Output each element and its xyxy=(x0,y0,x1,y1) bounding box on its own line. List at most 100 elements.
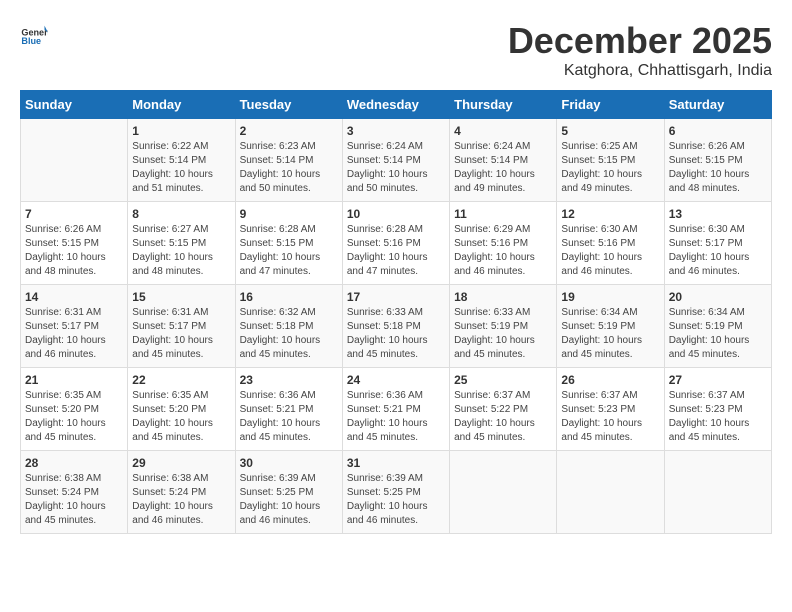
day-cell: 20 Sunrise: 6:34 AM Sunset: 5:19 PM Dayli… xyxy=(664,285,771,368)
day-info: Sunrise: 6:29 AM Sunset: 5:16 PM Dayligh… xyxy=(454,223,552,279)
week-row-4: 28 Sunrise: 6:38 AM Sunset: 5:24 PM Dayli… xyxy=(21,451,772,534)
day-number: 1 xyxy=(132,124,230,138)
header-cell-sunday: Sunday xyxy=(21,91,128,119)
week-row-1: 7Sunrise: 6:26 AM Sunset: 5:15 PM Daylig… xyxy=(21,202,772,285)
calendar-body: 1 Sunrise: 6:22 AM Sunset: 5:14 PM Daylig… xyxy=(21,119,772,534)
day-cell: 12 Sunrise: 6:30 AM Sunset: 5:16 PM Dayli… xyxy=(557,202,664,285)
day-info: Sunrise: 6:33 AM Sunset: 5:19 PM Dayligh… xyxy=(454,306,552,362)
day-number: 24 xyxy=(347,373,445,387)
day-cell: 11 Sunrise: 6:29 AM Sunset: 5:16 PM Dayli… xyxy=(450,202,557,285)
header-cell-wednesday: Wednesday xyxy=(342,91,449,119)
day-number: 3 xyxy=(347,124,445,138)
day-info: Sunrise: 6:35 AM Sunset: 5:20 PM Dayligh… xyxy=(25,389,123,445)
week-row-0: 1 Sunrise: 6:22 AM Sunset: 5:14 PM Daylig… xyxy=(21,119,772,202)
week-row-3: 21 Sunrise: 6:35 AM Sunset: 5:20 PM Dayli… xyxy=(21,368,772,451)
header-row: SundayMondayTuesdayWednesdayThursdayFrid… xyxy=(21,91,772,119)
day-info: Sunrise: 6:37 AM Sunset: 5:23 PM Dayligh… xyxy=(669,389,767,445)
day-number: 4 xyxy=(454,124,552,138)
header-cell-thursday: Thursday xyxy=(450,91,557,119)
day-number: 23 xyxy=(240,373,338,387)
day-info: Sunrise: 6:39 AM Sunset: 5:25 PM Dayligh… xyxy=(240,472,338,528)
day-number: 5 xyxy=(561,124,659,138)
day-info: Sunrise: 6:31 AM Sunset: 5:17 PM Dayligh… xyxy=(25,306,123,362)
logo-icon: General Blue xyxy=(20,20,48,48)
day-info: Sunrise: 6:34 AM Sunset: 5:19 PM Dayligh… xyxy=(561,306,659,362)
logo: General Blue xyxy=(20,20,48,48)
day-number: 11 xyxy=(454,207,552,221)
day-info: Sunrise: 6:24 AM Sunset: 5:14 PM Dayligh… xyxy=(454,140,552,196)
day-info: Sunrise: 6:36 AM Sunset: 5:21 PM Dayligh… xyxy=(347,389,445,445)
day-cell: 27Sunrise: 6:37 AM Sunset: 5:23 PM Dayli… xyxy=(664,368,771,451)
day-cell: 28 Sunrise: 6:38 AM Sunset: 5:24 PM Dayli… xyxy=(21,451,128,534)
day-cell: 22Sunrise: 6:35 AM Sunset: 5:20 PM Dayli… xyxy=(128,368,235,451)
day-info: Sunrise: 6:37 AM Sunset: 5:23 PM Dayligh… xyxy=(561,389,659,445)
day-info: Sunrise: 6:32 AM Sunset: 5:18 PM Dayligh… xyxy=(240,306,338,362)
day-cell: 4 Sunrise: 6:24 AM Sunset: 5:14 PM Daylig… xyxy=(450,119,557,202)
day-info: Sunrise: 6:27 AM Sunset: 5:15 PM Dayligh… xyxy=(132,223,230,279)
day-cell: 21 Sunrise: 6:35 AM Sunset: 5:20 PM Dayli… xyxy=(21,368,128,451)
day-number: 20 xyxy=(669,290,767,304)
header-cell-monday: Monday xyxy=(128,91,235,119)
day-cell: 14 Sunrise: 6:31 AM Sunset: 5:17 PM Dayli… xyxy=(21,285,128,368)
day-info: Sunrise: 6:31 AM Sunset: 5:17 PM Dayligh… xyxy=(132,306,230,362)
day-number: 25 xyxy=(454,373,552,387)
day-info: Sunrise: 6:38 AM Sunset: 5:24 PM Dayligh… xyxy=(132,472,230,528)
day-number: 10 xyxy=(347,207,445,221)
calendar-header: SundayMondayTuesdayWednesdayThursdayFrid… xyxy=(21,91,772,119)
day-cell xyxy=(557,451,664,534)
day-cell: 15 Sunrise: 6:31 AM Sunset: 5:17 PM Dayli… xyxy=(128,285,235,368)
day-cell: 25Sunrise: 6:37 AM Sunset: 5:22 PM Dayli… xyxy=(450,368,557,451)
day-info: Sunrise: 6:25 AM Sunset: 5:15 PM Dayligh… xyxy=(561,140,659,196)
calendar-table: SundayMondayTuesdayWednesdayThursdayFrid… xyxy=(20,90,772,534)
day-cell xyxy=(664,451,771,534)
day-info: Sunrise: 6:22 AM Sunset: 5:14 PM Dayligh… xyxy=(132,140,230,196)
day-info: Sunrise: 6:28 AM Sunset: 5:16 PM Dayligh… xyxy=(347,223,445,279)
location-title: Katghora, Chhattisgarh, India xyxy=(508,62,772,80)
day-number: 31 xyxy=(347,456,445,470)
day-info: Sunrise: 6:33 AM Sunset: 5:18 PM Dayligh… xyxy=(347,306,445,362)
day-cell: 13 Sunrise: 6:30 AM Sunset: 5:17 PM Dayli… xyxy=(664,202,771,285)
day-cell: 1 Sunrise: 6:22 AM Sunset: 5:14 PM Daylig… xyxy=(128,119,235,202)
day-number: 19 xyxy=(561,290,659,304)
day-info: Sunrise: 6:28 AM Sunset: 5:15 PM Dayligh… xyxy=(240,223,338,279)
day-cell: 19 Sunrise: 6:34 AM Sunset: 5:19 PM Dayli… xyxy=(557,285,664,368)
day-number: 13 xyxy=(669,207,767,221)
day-number: 15 xyxy=(132,290,230,304)
day-cell: 23 Sunrise: 6:36 AM Sunset: 5:21 PM Dayli… xyxy=(235,368,342,451)
day-cell: 5 Sunrise: 6:25 AM Sunset: 5:15 PM Daylig… xyxy=(557,119,664,202)
day-info: Sunrise: 6:30 AM Sunset: 5:17 PM Dayligh… xyxy=(669,223,767,279)
day-cell: 6Sunrise: 6:26 AM Sunset: 5:15 PM Daylig… xyxy=(664,119,771,202)
day-cell: 7Sunrise: 6:26 AM Sunset: 5:15 PM Daylig… xyxy=(21,202,128,285)
day-number: 16 xyxy=(240,290,338,304)
header-cell-saturday: Saturday xyxy=(664,91,771,119)
day-number: 29 xyxy=(132,456,230,470)
day-number: 18 xyxy=(454,290,552,304)
day-cell: 18 Sunrise: 6:33 AM Sunset: 5:19 PM Dayli… xyxy=(450,285,557,368)
day-number: 21 xyxy=(25,373,123,387)
day-info: Sunrise: 6:39 AM Sunset: 5:25 PM Dayligh… xyxy=(347,472,445,528)
day-info: Sunrise: 6:23 AM Sunset: 5:14 PM Dayligh… xyxy=(240,140,338,196)
day-info: Sunrise: 6:38 AM Sunset: 5:24 PM Dayligh… xyxy=(25,472,123,528)
day-number: 8 xyxy=(132,207,230,221)
day-cell: 9Sunrise: 6:28 AM Sunset: 5:15 PM Daylig… xyxy=(235,202,342,285)
svg-text:Blue: Blue xyxy=(21,36,41,46)
day-info: Sunrise: 6:36 AM Sunset: 5:21 PM Dayligh… xyxy=(240,389,338,445)
day-info: Sunrise: 6:34 AM Sunset: 5:19 PM Dayligh… xyxy=(669,306,767,362)
day-number: 28 xyxy=(25,456,123,470)
day-info: Sunrise: 6:30 AM Sunset: 5:16 PM Dayligh… xyxy=(561,223,659,279)
month-title: December 2025 xyxy=(508,20,772,62)
day-number: 14 xyxy=(25,290,123,304)
day-info: Sunrise: 6:24 AM Sunset: 5:14 PM Dayligh… xyxy=(347,140,445,196)
day-cell: 3 Sunrise: 6:24 AM Sunset: 5:14 PM Daylig… xyxy=(342,119,449,202)
header-cell-friday: Friday xyxy=(557,91,664,119)
day-cell: 30 Sunrise: 6:39 AM Sunset: 5:25 PM Dayli… xyxy=(235,451,342,534)
day-number: 17 xyxy=(347,290,445,304)
day-info: Sunrise: 6:26 AM Sunset: 5:15 PM Dayligh… xyxy=(669,140,767,196)
day-cell: 24 Sunrise: 6:36 AM Sunset: 5:21 PM Dayli… xyxy=(342,368,449,451)
day-cell: 17 Sunrise: 6:33 AM Sunset: 5:18 PM Dayli… xyxy=(342,285,449,368)
day-number: 12 xyxy=(561,207,659,221)
day-cell: 10 Sunrise: 6:28 AM Sunset: 5:16 PM Dayli… xyxy=(342,202,449,285)
week-row-2: 14 Sunrise: 6:31 AM Sunset: 5:17 PM Dayli… xyxy=(21,285,772,368)
day-number: 30 xyxy=(240,456,338,470)
day-cell: 26Sunrise: 6:37 AM Sunset: 5:23 PM Dayli… xyxy=(557,368,664,451)
